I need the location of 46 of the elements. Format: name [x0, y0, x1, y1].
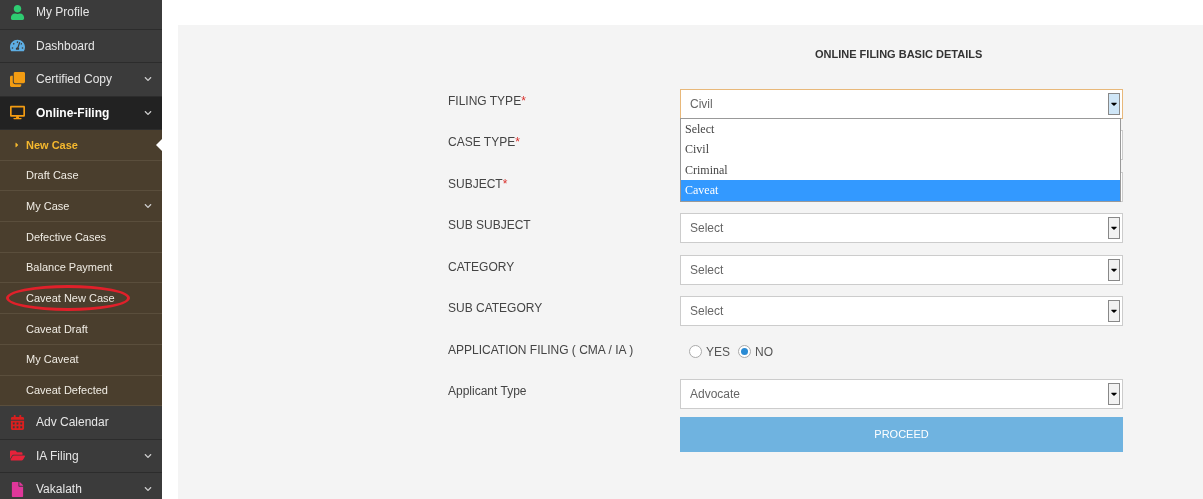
field-label: SUB SUBJECT — [448, 217, 531, 234]
radio-option[interactable]: NO — [738, 342, 773, 361]
select-field[interactable]: Select — [680, 213, 1123, 243]
dropdown-option[interactable]: Select — [681, 118, 1120, 139]
chevron-icon — [144, 485, 152, 494]
pointer-notch — [156, 138, 163, 152]
field-label: SUBJECT — [448, 175, 503, 193]
select-field[interactable]: Advocate — [680, 379, 1123, 409]
dropdown-option[interactable]: Criminal — [681, 159, 1120, 180]
sidebar-item[interactable]: Defective Cases — [0, 222, 162, 253]
sidebar-item[interactable]: Caveat Draft — [0, 314, 162, 345]
sidebar-item[interactable]: New Case — [0, 130, 162, 161]
sidebar-item[interactable]: My Caveat — [0, 344, 162, 376]
chevron-icon — [144, 451, 152, 460]
radio-option[interactable]: YES — [689, 342, 730, 361]
required-mark: * — [502, 175, 508, 193]
monitor-icon — [10, 105, 25, 121]
required-mark: * — [521, 92, 526, 110]
field-label: SUB CATEGORY — [448, 300, 543, 317]
field-label: Applicant Type — [448, 383, 527, 400]
user-icon — [10, 4, 25, 20]
select-field[interactable]: Civil — [680, 88, 1123, 119]
copy-icon — [10, 71, 25, 87]
chevron-icon — [144, 75, 152, 84]
form-title: ONLINE FILING BASIC DETAILS — [815, 47, 984, 62]
required-mark: * — [515, 134, 520, 151]
sidebar-item[interactable]: My Case — [0, 191, 162, 223]
chevron-icon — [144, 202, 152, 211]
select-field[interactable]: Select — [680, 296, 1123, 326]
calendar-icon — [10, 414, 25, 430]
sidebar-item[interactable]: Online-Filing — [0, 96, 162, 130]
gauge-icon — [10, 38, 25, 54]
field-label: CASE TYPE — [448, 134, 516, 151]
select-field[interactable]: Select — [680, 254, 1123, 285]
sidebar-item[interactable]: Balance Payment — [0, 252, 162, 284]
field-label: FILING TYPE — [448, 92, 522, 110]
sidebar-item[interactable]: Caveat New Case — [0, 283, 162, 315]
file-icon — [10, 481, 25, 497]
field-label: APPLICATION FILING ( CMA / IA ) — [448, 341, 634, 359]
chevron-icon — [144, 108, 152, 117]
folder-icon — [10, 448, 25, 464]
dropdown-option[interactable]: Civil — [681, 139, 1120, 160]
caret-icon — [13, 140, 21, 149]
sidebar-item[interactable]: Draft Case — [0, 160, 162, 192]
field-label: CATEGORY — [448, 258, 515, 276]
sidebar-item[interactable]: Caveat Defected — [0, 375, 162, 407]
